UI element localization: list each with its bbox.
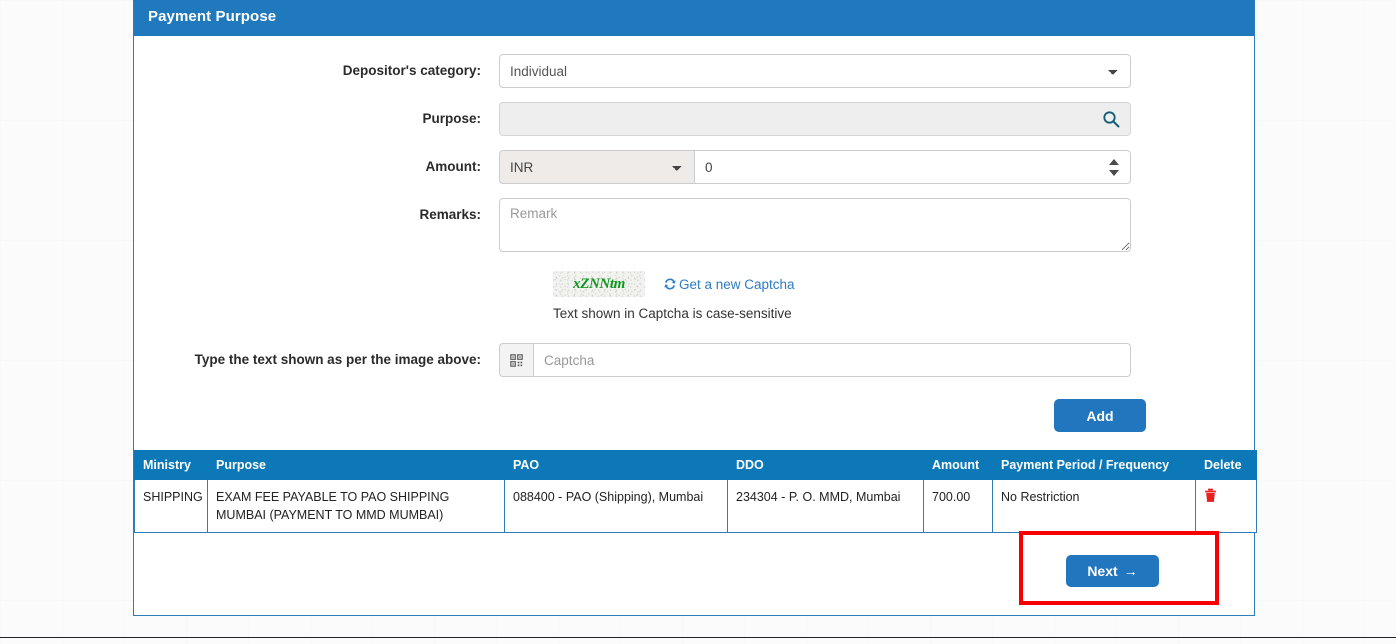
- remarks-row: Remarks:: [134, 198, 1254, 255]
- cell-ministry: SHIPPING: [134, 478, 208, 534]
- next-button-label: Next: [1087, 563, 1118, 580]
- depositor-category-select[interactable]: Individual: [499, 54, 1131, 88]
- depositor-category-row: Depositor's category: Individual: [134, 54, 1254, 88]
- column-header-purpose: Purpose: [207, 450, 505, 480]
- qr-code-icon: [499, 343, 534, 377]
- stepper-up-icon[interactable]: [1109, 159, 1119, 165]
- currency-select[interactable]: INR: [499, 150, 694, 184]
- amount-stepper[interactable]: [1109, 159, 1119, 176]
- trash-icon: [1204, 488, 1217, 506]
- table-body: SHIPPING EXAM FEE PAYABLE TO PAO SHIPPIN…: [134, 478, 1257, 534]
- column-header-payment-period: Payment Period / Frequency: [992, 450, 1196, 480]
- column-header-ddo: DDO: [727, 450, 924, 480]
- captcha-image: xZNNtm: [553, 271, 645, 297]
- amount-label: Amount:: [425, 159, 481, 174]
- cell-pao: 088400 - PAO (Shipping), Mumbai: [504, 478, 728, 534]
- cell-ddo: 234304 - P. O. MMD, Mumbai: [727, 478, 924, 534]
- search-icon[interactable]: [1101, 109, 1121, 129]
- column-header-delete: Delete: [1195, 450, 1257, 480]
- page-bottom-rule: [0, 637, 1396, 638]
- column-header-ministry: Ministry: [134, 450, 208, 480]
- amount-input[interactable]: [694, 150, 1131, 184]
- cell-purpose: EXAM FEE PAYABLE TO PAO SHIPPING MUMBAI …: [207, 478, 505, 534]
- captcha-note: Text shown in Captcha is case-sensitive: [553, 306, 792, 321]
- refresh-icon: [663, 277, 677, 291]
- arrow-right-icon: →: [1123, 563, 1138, 580]
- table-row: SHIPPING EXAM FEE PAYABLE TO PAO SHIPPIN…: [134, 478, 1257, 534]
- table-head: Ministry Purpose PAO DDO Amount Payment …: [134, 450, 1257, 480]
- captcha-input[interactable]: [533, 343, 1131, 377]
- add-button[interactable]: Add: [1054, 399, 1146, 432]
- add-button-row: Add: [134, 377, 1254, 450]
- purpose-input[interactable]: [499, 102, 1131, 136]
- next-button[interactable]: Next →: [1066, 555, 1159, 588]
- cell-amount: 700.00: [923, 478, 993, 534]
- cell-delete: [1195, 478, 1257, 534]
- payment-purpose-panel: Payment Purpose Depositor's category: In…: [133, 0, 1257, 617]
- remarks-label: Remarks:: [419, 207, 481, 222]
- cell-payment-period: No Restriction: [992, 478, 1196, 534]
- remarks-textarea[interactable]: [499, 198, 1131, 252]
- purpose-row: Purpose:: [134, 102, 1254, 136]
- table-footer: Next →: [134, 533, 1254, 616]
- purpose-label: Purpose:: [422, 111, 481, 126]
- delete-row-button[interactable]: [1204, 488, 1217, 503]
- column-header-amount: Amount: [923, 450, 993, 480]
- stepper-down-icon[interactable]: [1109, 170, 1119, 176]
- get-new-captcha-link[interactable]: Get a new Captcha: [663, 277, 795, 292]
- amount-row: Amount: INR: [134, 150, 1254, 184]
- captcha-display-row: xZNNtm Get a new Captcha Text shown in C…: [134, 271, 1254, 321]
- payment-purpose-table: Ministry Purpose PAO DDO Amount Payment …: [134, 450, 1257, 534]
- captcha-input-row: Type the text shown as per the image abo…: [134, 343, 1254, 377]
- panel-title: Payment Purpose: [134, 0, 1254, 36]
- panel-body: Depositor's category: Individual Purpose…: [134, 36, 1257, 616]
- column-header-pao: PAO: [504, 450, 728, 480]
- get-new-captcha-label: Get a new Captcha: [679, 276, 795, 292]
- captcha-input-label: Type the text shown as per the image abo…: [194, 352, 481, 367]
- depositor-category-label: Depositor's category:: [342, 63, 481, 78]
- table-header-row: Ministry Purpose PAO DDO Amount Payment …: [134, 450, 1257, 480]
